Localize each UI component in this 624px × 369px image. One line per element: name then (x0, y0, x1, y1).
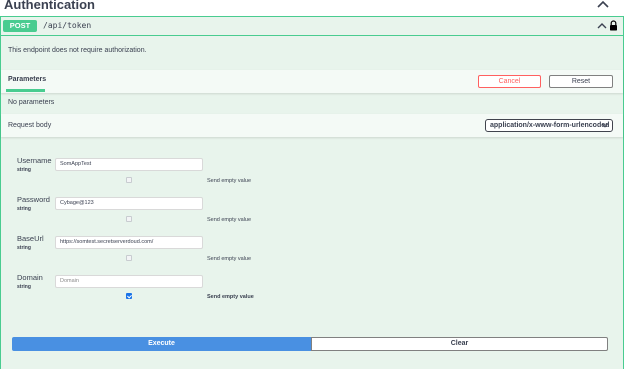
no-parameters-text: No parameters (8, 99, 55, 106)
password-field[interactable]: Cybage@123 (55, 197, 203, 210)
operation-summary[interactable]: POST /api/token (1, 17, 623, 36)
lock-icon[interactable] (609, 20, 618, 31)
send-empty-label: Send empty value (207, 256, 252, 262)
content-type-select[interactable]: application/x-www-form-urlencoded (485, 119, 613, 132)
username-field[interactable]: SomAppTest (55, 158, 203, 171)
section-header[interactable]: Authentication (0, 0, 624, 14)
tab-active-indicator (6, 89, 45, 92)
tab-parameters[interactable]: Parameters (8, 76, 46, 83)
chevron-down-icon (602, 123, 608, 128)
method-badge: POST (3, 20, 37, 32)
operation-block: POST /api/token This endpoint does not r… (0, 16, 624, 369)
reset-button[interactable]: Reset (549, 75, 613, 88)
parameters-header: Parameters Cancel Reset (1, 70, 623, 93)
field-type: string (17, 206, 31, 212)
field-type: string (17, 284, 31, 290)
field-name: Password (17, 195, 50, 204)
field-name: Username (17, 156, 52, 165)
send-empty-checkbox[interactable] (126, 255, 132, 261)
baseurl-field[interactable]: https://somtest.secretserverdoud.com/ (55, 236, 203, 249)
request-body-header: Request body application/x-www-form-urle… (1, 114, 623, 137)
field-type: string (17, 245, 31, 251)
authorization-note: This endpoint does not require authoriza… (8, 47, 147, 54)
domain-field[interactable]: Domain (55, 275, 203, 288)
endpoint-path: /api/token (43, 21, 92, 30)
send-empty-checkbox[interactable] (126, 293, 132, 299)
content-type-value: application/x-www-form-urlencoded (490, 122, 610, 129)
cancel-button[interactable]: Cancel (478, 75, 541, 88)
clear-button[interactable]: Clear (311, 337, 608, 351)
send-empty-checkbox[interactable] (126, 177, 132, 183)
field-type: string (17, 167, 31, 173)
field-name: Domain (17, 273, 43, 282)
section-title: Authentication (4, 0, 95, 12)
field-name: BaseUrl (17, 234, 44, 243)
chevron-up-icon[interactable] (596, 0, 610, 10)
send-empty-label: Send empty value (207, 217, 252, 223)
execute-button[interactable]: Execute (12, 337, 311, 351)
send-empty-label: Send empty value (207, 294, 254, 300)
chevron-up-icon[interactable] (597, 21, 607, 31)
send-empty-checkbox[interactable] (126, 216, 132, 222)
send-empty-label: Send empty value (207, 178, 252, 184)
request-body-label: Request body (8, 122, 52, 129)
